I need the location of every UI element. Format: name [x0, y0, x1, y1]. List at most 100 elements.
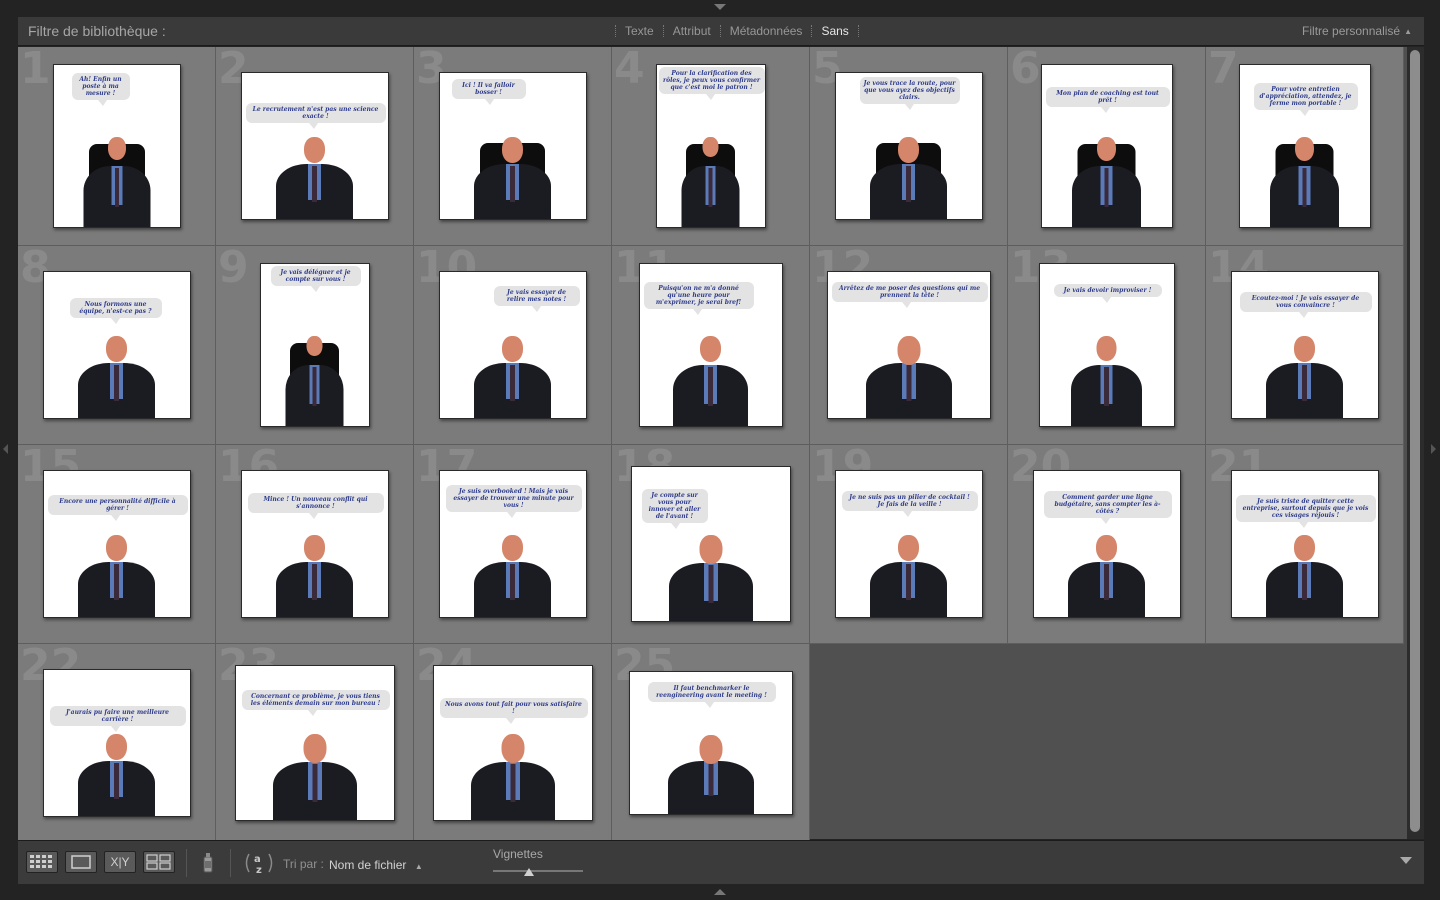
photo-thumbnail[interactable]: Je suis overbooked ! Mais je vais essaye… — [438, 470, 587, 618]
photo-thumbnail[interactable]: Puisqu'on ne m'a donné qu'une heure pour… — [638, 263, 783, 427]
grid-cell[interactable]: 6 Mon plan de coaching est tout prêt ! — [1008, 47, 1206, 246]
speech-bubble-caption: Il faut benchmarker le reengineering ava… — [647, 682, 776, 708]
grid-cell[interactable]: 10 Je vais essayer de relire mes notes ! — [414, 246, 612, 445]
photo-thumbnail[interactable]: Je compte sur vous pour innover et aller… — [630, 466, 791, 622]
grid-cell[interactable]: 20 Comment garder une ligne budgétaire, s… — [1008, 445, 1206, 644]
grid-cell[interactable]: 2 Le recrutement n'est pas une science ex… — [216, 47, 414, 246]
grid-cell[interactable]: 18Je compte sur vous pour innover et all… — [612, 445, 810, 644]
photo-thumbnail[interactable]: Je suis triste de quitter cette entrepri… — [1230, 470, 1379, 618]
compare-view-button[interactable]: X|Y — [104, 851, 136, 873]
grid-cell[interactable]: 17 Je suis overbooked ! Mais je vais essa… — [414, 445, 612, 644]
speech-bubble-caption: Je vais essayer de relire mes notes ! — [493, 286, 580, 312]
photo-thumbnail[interactable]: Je vais déléguer et je compte sur vous ! — [259, 263, 370, 427]
speech-bubble-caption: Comment garder une ligne budgétaire, san… — [1043, 491, 1172, 524]
necktie — [114, 365, 119, 401]
photo-thumbnail[interactable]: Encore une personnalité difficile à gére… — [42, 470, 191, 618]
businessman-figure — [472, 329, 553, 418]
businessman-figure — [472, 528, 553, 617]
businessman-figure — [271, 726, 359, 820]
photo-thumbnail[interactable]: Mince ! Un nouveau conflit qui s'annonce… — [240, 470, 389, 618]
filter-tab-none[interactable]: Sans — [821, 24, 848, 38]
grid-cell[interactable]: 7 Pour votre entretien d'appréciation, at… — [1206, 47, 1404, 246]
grid-cell[interactable]: 19 Je ne suis pas un pilier de cocktail !… — [810, 445, 1008, 644]
head — [106, 734, 127, 760]
filter-tab-attribute[interactable]: Attribut — [673, 24, 711, 38]
grid-cell[interactable]: 22 J'aurais pu faire une meilleure carriè… — [18, 644, 216, 843]
grid-scrollbar[interactable] — [1407, 47, 1424, 839]
grid-cell[interactable]: 24Nous avons tout fait pour vous satisfa… — [414, 644, 612, 843]
grid-cell[interactable]: 13Je vais devoir improviser ! — [1008, 246, 1206, 445]
photo-thumbnail[interactable]: Je vais devoir improviser ! — [1038, 263, 1175, 427]
sort-label: Tri par : — [283, 857, 324, 871]
photo-thumbnail[interactable]: Ah! Enfin un poste à ma mesure ! — [52, 64, 181, 228]
custom-filter-dropdown[interactable]: Filtre personnalisé ▲ — [1302, 24, 1412, 38]
head — [1096, 336, 1117, 361]
grid-cell[interactable]: 1 Ah! Enfin un poste à ma mesure ! — [18, 47, 216, 246]
photo-thumbnail[interactable]: Il faut benchmarker le reengineering ava… — [628, 671, 793, 815]
survey-view-button[interactable] — [143, 851, 175, 873]
grid-cell[interactable]: 4 Pour la clarification des rôles, je peu… — [612, 47, 810, 246]
speech-bubble-caption: Je vous trace la route, pour que vous ay… — [859, 77, 960, 110]
head — [1294, 535, 1315, 561]
grid-cell[interactable]: 15 Encore une personnalité difficile à gé… — [18, 445, 216, 644]
grid-cell[interactable]: 16 Mince ! Un nouveau conflit qui s'annon… — [216, 445, 414, 644]
grid-cell[interactable]: 8 Nous formons une équipe, n'est-ce pas ? — [18, 246, 216, 445]
filter-tab-metadata[interactable]: Métadonnées — [730, 24, 803, 38]
divider — [811, 25, 813, 37]
grid-cell[interactable]: 12 Arrêtez de me poser des questions qui … — [810, 246, 1008, 445]
head — [1096, 535, 1117, 561]
head — [897, 336, 920, 365]
speech-bubble-caption: Pour votre entretien d'appréciation, att… — [1253, 83, 1358, 116]
cell-index-number: 7 — [1208, 47, 1239, 94]
grid-cell[interactable]: 25 Il faut benchmarker le reengineering a… — [612, 644, 810, 843]
thumbnail-size-slider[interactable] — [493, 870, 583, 872]
speech-bubble-caption: Mon plan de coaching est tout prêt ! — [1045, 87, 1170, 113]
photo-thumbnail[interactable]: Pour votre entretien d'appréciation, att… — [1238, 64, 1371, 228]
grid-cell[interactable]: 14 Ecoutez-moi ! Je vais essayer de vous … — [1206, 246, 1404, 445]
head — [699, 735, 722, 764]
necktie — [510, 764, 515, 802]
photo-thumbnail[interactable]: J'aurais pu faire une meilleure carrière… — [42, 669, 191, 817]
photo-thumbnail[interactable]: Nous avons tout fait pour vous satisfair… — [432, 665, 593, 821]
grid-cell[interactable]: 5 Je vous trace la route, pour que vous a… — [810, 47, 1008, 246]
photo-thumbnail[interactable]: Comment garder une ligne budgétaire, san… — [1032, 470, 1181, 618]
photo-thumbnail[interactable]: Ecoutez-moi ! Je vais essayer de vous co… — [1230, 271, 1379, 419]
photo-thumbnail[interactable]: Je ne suis pas un pilier de cocktail ! J… — [834, 470, 983, 618]
photo-thumbnail[interactable]: Nous formons une équipe, n'est-ce pas ? — [42, 271, 191, 419]
scrollbar-thumb[interactable] — [1410, 50, 1420, 832]
businessman-figure — [1264, 528, 1345, 617]
photo-thumbnail[interactable]: Ici ! Il va falloir bosser ! — [438, 72, 587, 220]
grid-cell[interactable]: 11Puisqu'on ne m'a donné qu'une heure po… — [612, 246, 810, 445]
library-filter-bar: Filtre de bibliothèque : Texte Attribut … — [18, 17, 1424, 46]
filter-tab-text[interactable]: Texte — [625, 24, 654, 38]
grid-cell[interactable]: 9 Je vais déléguer et je compte sur vous … — [216, 246, 414, 445]
top-panel-toggle-icon[interactable] — [714, 4, 726, 10]
speech-bubble-caption: Je compte sur vous pour innover et aller… — [641, 489, 708, 529]
businessman-figure — [671, 328, 750, 426]
grid-cell[interactable]: 3 Ici ! Il va falloir bosser ! — [414, 47, 612, 246]
necktie — [1104, 367, 1109, 406]
necktie — [510, 564, 515, 600]
sort-dropdown[interactable]: Nom de fichier ▲ — [329, 856, 429, 872]
photo-thumbnail[interactable]: Le recrutement n'est pas une science exa… — [240, 72, 389, 220]
bottom-panel-toggle-icon[interactable] — [714, 889, 726, 895]
photo-thumbnail[interactable]: Arrêtez de me poser des questions qui me… — [826, 271, 991, 419]
cell-index-number: 6 — [1010, 47, 1041, 94]
photo-thumbnail[interactable]: Je vais essayer de relire mes notes ! — [438, 271, 587, 419]
grid-cell[interactable]: 23Concernant ce problème, je vous tiens … — [216, 644, 414, 843]
thumbnail-size-slider-knob[interactable] — [524, 866, 534, 876]
painter-button[interactable] — [200, 849, 216, 875]
loupe-view-button[interactable] — [65, 851, 97, 873]
toolbar-options-chevron-icon[interactable] — [1400, 857, 1412, 864]
photo-thumbnail[interactable]: Pour la clarification des rôles, je peux… — [655, 64, 766, 228]
necktie — [1302, 168, 1307, 207]
photo-thumbnail[interactable]: Concernant ce problème, je vous tiens le… — [234, 665, 395, 821]
photo-thumbnail[interactable]: Je vous trace la route, pour que vous ay… — [834, 72, 983, 220]
right-panel-toggle-icon[interactable] — [1431, 444, 1436, 454]
grid-view-button[interactable] — [26, 851, 58, 873]
photo-thumbnail[interactable]: Mon plan de coaching est tout prêt ! — [1040, 64, 1173, 228]
left-panel-toggle-icon[interactable] — [3, 444, 8, 454]
sort-direction-button[interactable]: a z — [243, 850, 275, 876]
grid-cell[interactable]: 21 Je suis triste de quitter cette entrep… — [1206, 445, 1404, 644]
head — [303, 734, 326, 763]
